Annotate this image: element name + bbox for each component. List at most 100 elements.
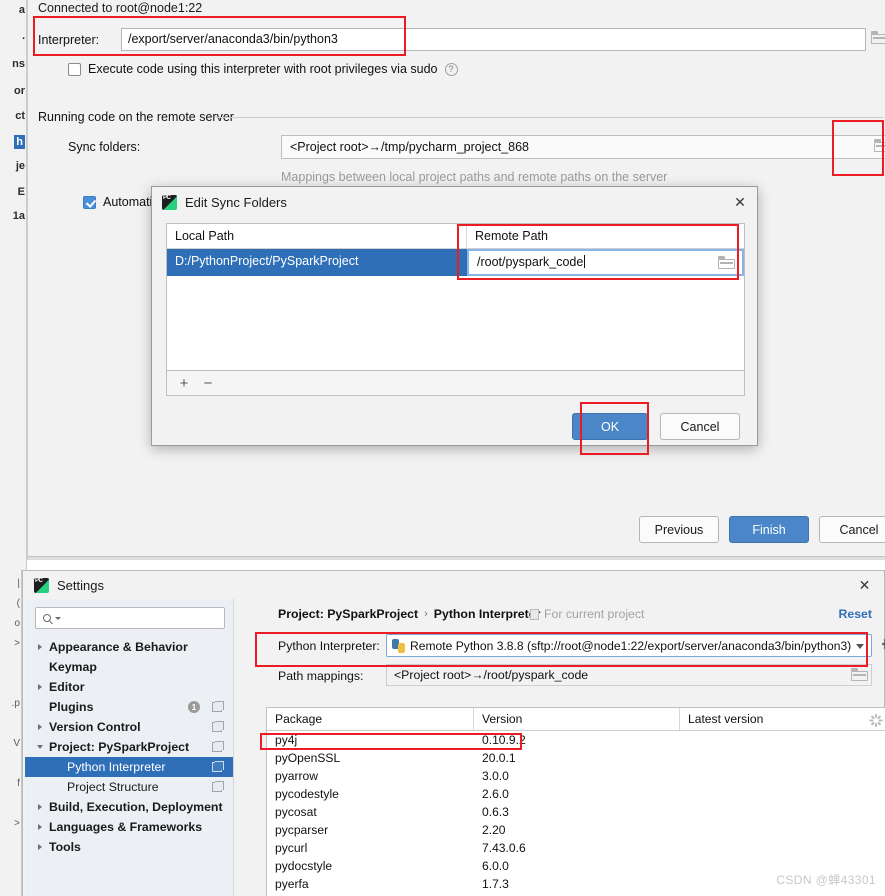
column-header-remote-path[interactable]: Remote Path — [467, 224, 744, 248]
sidebar-item-editor[interactable]: Editor — [25, 677, 233, 697]
table-row[interactable]: pycparser 2.20 — [267, 821, 885, 839]
sidebar-item-version-control[interactable]: Version Control — [25, 717, 233, 737]
group-divider — [216, 117, 884, 118]
settings-search-box[interactable] — [35, 607, 225, 629]
settings-title: Settings — [57, 577, 104, 593]
chevron-down-icon — [55, 616, 61, 620]
cancel-button[interactable]: Cancel — [819, 516, 885, 543]
breadcrumb-separator: › — [424, 608, 428, 620]
sidebar-item-project-structure[interactable]: Project Structure — [25, 777, 233, 797]
for-current-project-label: For current project — [530, 607, 644, 621]
sync-folders-value[interactable]: <Project root>→/tmp/pycharm_project_868 — [281, 135, 885, 159]
sidebar-item-keymap[interactable]: Keymap — [25, 657, 233, 677]
interpreter-path-input[interactable]: /export/server/anaconda3/bin/python3 — [121, 28, 866, 51]
reset-link[interactable]: Reset — [839, 607, 873, 621]
package-name-cell: py4j — [275, 733, 298, 747]
sliver-fragment: . — [21, 30, 25, 42]
sync-folders-toolbar: + − — [166, 371, 745, 396]
sidebar-item-languages-frameworks[interactable]: Languages & Frameworks — [25, 817, 233, 837]
finish-button[interactable]: Finish — [729, 516, 809, 543]
chevron-right-icon — [33, 724, 47, 730]
package-version-cell: 3.0.0 — [482, 769, 509, 783]
path-mappings-browse-button[interactable] — [851, 668, 868, 682]
cell-local-path[interactable]: D:/PythonProject/PySparkProject — [167, 249, 467, 276]
dialog-title-bar: Edit Sync Folders — [152, 187, 757, 217]
package-latest-cell — [680, 749, 885, 767]
package-version-cell: 2.6.0 — [482, 787, 509, 801]
browse-folder-icon[interactable] — [718, 256, 735, 270]
copy-settings-icon[interactable] — [212, 701, 224, 712]
sliver-fragment: 1a — [12, 210, 25, 222]
pycharm-logo-icon — [34, 577, 49, 593]
table-row[interactable]: pyOpenSSL 20.0.1 — [267, 749, 885, 767]
table-header-row: Local Path Remote Path — [167, 224, 744, 249]
remove-mapping-button[interactable]: − — [201, 376, 215, 391]
package-name-cell: pydocstyle — [275, 859, 333, 873]
package-latest-cell — [680, 767, 885, 785]
table-row[interactable]: D:/PythonProject/PySparkProject /root/py… — [167, 249, 744, 276]
package-latest-cell — [680, 803, 885, 821]
breadcrumb-project[interactable]: Project: PySparkProject — [278, 607, 418, 621]
sidebar-item-label: Plugins — [49, 700, 94, 714]
previous-button[interactable]: Previous — [639, 516, 719, 543]
python-interpreter-dropdown[interactable]: Remote Python 3.8.8 (sftp://root@node1:2… — [386, 634, 872, 657]
automatic-upload-checkbox[interactable] — [83, 195, 96, 209]
copy-settings-icon[interactable] — [212, 741, 224, 752]
sliver-fragment: .p — [11, 698, 20, 709]
sidebar-item-build-execution-deployment[interactable]: Build, Execution, Deployment — [25, 797, 233, 817]
add-mapping-button[interactable]: + — [177, 376, 191, 391]
path-mappings-value[interactable]: <Project root>→/root/pyspark_code — [386, 664, 872, 686]
copy-settings-icon[interactable] — [212, 761, 224, 772]
sync-folders-label: Sync folders: — [68, 140, 141, 154]
connected-status-label: Connected to root@node1:22 — [38, 1, 203, 15]
column-header-package[interactable]: Package — [267, 708, 474, 730]
ok-button[interactable]: OK — [572, 413, 648, 440]
ide-background-sliver-bottom: | ( o > .p V f > — [0, 570, 22, 896]
close-icon[interactable]: ✕ — [732, 195, 748, 211]
interpreter-browse-button[interactable] — [871, 31, 885, 47]
dialog-cancel-button[interactable]: Cancel — [660, 413, 740, 440]
sidebar-item-tools[interactable]: Tools — [25, 837, 233, 857]
close-icon[interactable]: ✕ — [857, 578, 872, 593]
python-remote-icon — [392, 638, 406, 653]
table-row[interactable]: pycosat 0.6.3 — [267, 803, 885, 821]
sudo-checkbox-row[interactable]: Execute code using this interpreter with… — [68, 62, 458, 76]
package-version-cell: 7.43.0.6 — [482, 841, 526, 855]
document-icon — [530, 608, 539, 620]
copy-settings-icon[interactable] — [212, 781, 224, 792]
package-latest-cell — [680, 839, 885, 857]
dialog-button-bar: OK Cancel — [152, 403, 757, 447]
table-row[interactable]: pycurl 7.43.0.6 — [267, 839, 885, 857]
cell-remote-path-editor[interactable]: /root/pyspark_code — [467, 249, 744, 276]
package-name-cell: pycparser — [275, 823, 329, 837]
sliver-fragment: or — [14, 85, 25, 97]
copy-settings-icon[interactable] — [212, 721, 224, 732]
help-icon[interactable]: ? — [444, 62, 458, 76]
package-name-cell: pycosat — [275, 805, 317, 819]
column-header-latest-version[interactable]: Latest version — [680, 708, 885, 730]
sidebar-item-label: Keymap — [49, 660, 97, 674]
table-row[interactable]: pycodestyle 2.6.0 — [267, 785, 885, 803]
sidebar-item-python-interpreter[interactable]: Python Interpreter — [25, 757, 233, 777]
column-header-version[interactable]: Version — [474, 708, 680, 730]
folder-icon — [871, 31, 885, 45]
dialog-title: Edit Sync Folders — [185, 194, 287, 210]
ide-background-sliver-top: a . ns or ct h je E 1a — [0, 0, 27, 570]
interpreter-label: Interpreter: — [38, 33, 100, 47]
sidebar-item-appearance-behavior[interactable]: Appearance & Behavior — [25, 637, 233, 657]
table-row[interactable]: pyarrow 3.0.0 — [267, 767, 885, 785]
sidebar-item-plugins[interactable]: Plugins 1 — [25, 697, 233, 717]
sync-folders-browse-button[interactable] — [874, 139, 885, 156]
sidebar-item-project-pysparkproject[interactable]: Project: PySparkProject — [25, 737, 233, 757]
table-row[interactable]: py4j 0.10.9.2 — [267, 731, 885, 749]
sync-folders-table: Local Path Remote Path D:/PythonProject/… — [166, 223, 745, 371]
settings-sidebar: Appearance & Behavior Keymap Editor Plugins… — [25, 599, 234, 896]
edit-sync-folders-dialog: Edit Sync Folders ✕ Local Path Remote Pa… — [151, 186, 758, 446]
column-header-local-path[interactable]: Local Path — [167, 224, 467, 248]
chevron-down-icon[interactable] — [856, 644, 864, 649]
package-name-cell: pyarrow — [275, 769, 319, 783]
python-interpreter-value: Remote Python 3.8.8 (sftp://root@node1:2… — [410, 638, 852, 653]
sudo-checkbox[interactable] — [68, 62, 81, 76]
package-version-cell: 1.7.3 — [482, 877, 509, 891]
sliver-fragment: je — [15, 160, 25, 172]
